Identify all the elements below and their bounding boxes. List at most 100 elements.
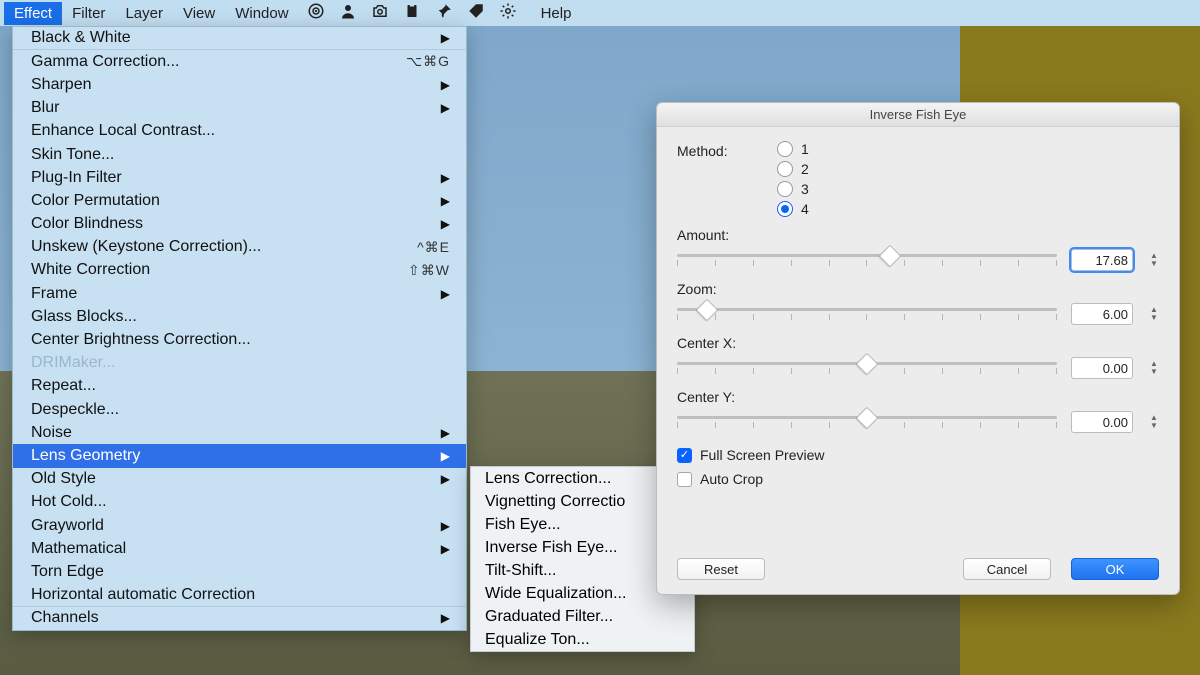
effect-item-mathematical[interactable]: Mathematical▶ [13, 537, 466, 560]
effect-item-drimaker: DRIMaker... [13, 352, 466, 375]
checkbox-full-screen-preview[interactable]: Full Screen Preview [677, 447, 1159, 463]
effect-item-repeat[interactable]: Repeat... [13, 375, 466, 398]
effect-item-hot-cold[interactable]: Hot Cold... [13, 491, 466, 514]
effect-item-unskew-keystone-correction[interactable]: Unskew (Keystone Correction)...^⌘E [13, 236, 466, 259]
radio-label: 1 [801, 141, 809, 157]
radio-dot-icon [777, 141, 793, 157]
menu-window[interactable]: Window [225, 2, 298, 25]
method-label: Method: [677, 141, 777, 159]
submenu-arrow-icon: ▶ [441, 194, 450, 208]
effect-item-color-permutation[interactable]: Color Permutation▶ [13, 189, 466, 212]
effect-item-color-blindness[interactable]: Color Blindness▶ [13, 213, 466, 236]
menu-layer[interactable]: Layer [115, 2, 173, 25]
submenu-arrow-icon: ▶ [441, 472, 450, 486]
menu-item-label: Center Brightness Correction... [31, 331, 251, 349]
pin-icon[interactable] [435, 2, 453, 24]
effect-item-enhance-local-contrast[interactable]: Enhance Local Contrast... [13, 120, 466, 143]
effect-item-plug-in-filter[interactable]: Plug-In Filter ▶ [13, 166, 466, 189]
stepper-icon[interactable]: ▲▼ [1149, 357, 1159, 379]
effect-item-grayworld[interactable]: Grayworld▶ [13, 514, 466, 537]
submenu-arrow-icon: ▶ [441, 171, 450, 185]
submenu-arrow-icon: ▶ [441, 449, 450, 463]
menu-item-label: Noise [31, 424, 72, 442]
slider-value-input[interactable]: 0.00 [1071, 357, 1133, 379]
effect-item-blur[interactable]: Blur ▶ [13, 97, 466, 120]
menu-item-label: Skin Tone... [31, 146, 114, 164]
submenu-arrow-icon: ▶ [441, 31, 450, 45]
submenu-arrow-icon: ▶ [441, 426, 450, 440]
menu-help[interactable]: Help [531, 2, 582, 25]
stepper-icon[interactable]: ▲▼ [1149, 303, 1159, 325]
effect-item-center-brightness-correction[interactable]: Center Brightness Correction... [13, 328, 466, 351]
camera-icon[interactable] [371, 2, 389, 24]
reset-button[interactable]: Reset [677, 558, 765, 580]
effect-item-skin-tone[interactable]: Skin Tone... [13, 143, 466, 166]
stepper-icon[interactable]: ▲▼ [1149, 249, 1159, 271]
menu-item-label: Lens Geometry [31, 447, 140, 465]
slider-label: Amount: [677, 227, 1159, 243]
slider-value-input[interactable]: 6.00 [1071, 303, 1133, 325]
method-radio-1[interactable]: 1 [777, 141, 809, 157]
tag-icon[interactable] [467, 2, 485, 24]
inverse-fish-eye-dialog: Inverse Fish Eye Method: 1234 Amount:17.… [656, 102, 1180, 595]
checkbox-auto-crop[interactable]: Auto Crop [677, 471, 1159, 487]
submenu-item-equalize-ton[interactable]: Equalize Ton... [471, 628, 694, 651]
method-radio-4[interactable]: 4 [777, 201, 809, 217]
radio-label: 4 [801, 201, 809, 217]
menu-view[interactable]: View [173, 2, 225, 25]
slider-track[interactable] [677, 304, 1057, 324]
menu-item-label: Repeat... [31, 377, 96, 395]
effect-item-old-style[interactable]: Old Style ▶ [13, 468, 466, 491]
effect-item-lens-geometry[interactable]: Lens Geometry ▶ [13, 444, 466, 467]
submenu-item-graduated-filter[interactable]: Graduated Filter... [471, 605, 694, 628]
menu-item-label: Plug-In Filter [31, 169, 122, 187]
method-radio-3[interactable]: 3 [777, 181, 809, 197]
menu-effect[interactable]: Effect [4, 2, 62, 25]
effect-item-horizontal-automatic-correction[interactable]: Horizontal automatic Correction [13, 584, 466, 607]
effect-item-black-white[interactable]: Black & White▶ [13, 27, 466, 50]
slider-label: Center Y: [677, 389, 1159, 405]
effect-item-frame[interactable]: Frame▶ [13, 282, 466, 305]
checkbox-box-icon [677, 472, 692, 487]
effect-item-glass-blocks[interactable]: Glass Blocks... [13, 305, 466, 328]
slider-track[interactable] [677, 358, 1057, 378]
effect-item-channels[interactable]: Channels ▶ [13, 607, 466, 630]
submenu-arrow-icon: ▶ [441, 217, 450, 231]
slider-value: 0.00 [1103, 361, 1128, 376]
slider-track[interactable] [677, 412, 1057, 432]
slider-center-x: Center X: 0.00 ▲▼ [677, 335, 1159, 379]
gear-icon[interactable] [499, 2, 517, 24]
stepper-icon[interactable]: ▲▼ [1149, 411, 1159, 433]
menu-item-label: Old Style [31, 470, 96, 488]
menu-item-label: Torn Edge [31, 563, 104, 581]
submenu-arrow-icon: ▶ [441, 519, 450, 533]
menu-shortcut: ⇧⌘W [408, 262, 450, 279]
radio-label: 2 [801, 161, 809, 177]
effect-item-noise[interactable]: Noise ▶ [13, 421, 466, 444]
submenu-arrow-icon: ▶ [441, 542, 450, 556]
target-icon[interactable] [307, 2, 325, 24]
menu-filter[interactable]: Filter [62, 2, 115, 25]
checkbox-label: Full Screen Preview [700, 447, 825, 463]
submenu-arrow-icon: ▶ [441, 101, 450, 115]
effect-item-gamma-correction[interactable]: Gamma Correction...⌥⌘G [13, 50, 466, 73]
slider-value-input[interactable]: 17.68 [1071, 249, 1133, 271]
effect-item-sharpen[interactable]: Sharpen▶ [13, 73, 466, 96]
cancel-button[interactable]: Cancel [963, 558, 1051, 580]
effect-item-torn-edge[interactable]: Torn Edge [13, 560, 466, 583]
slider-amount: Amount: 17.68 ▲▼ [677, 227, 1159, 271]
ok-button[interactable]: OK [1071, 558, 1159, 580]
clipboard-icon[interactable] [403, 2, 421, 24]
effect-item-white-correction[interactable]: White Correction⇧⌘W [13, 259, 466, 282]
slider-track[interactable] [677, 250, 1057, 270]
method-radio-2[interactable]: 2 [777, 161, 809, 177]
menu-item-label: Channels [31, 609, 99, 627]
menu-item-label: Blur [31, 99, 59, 117]
toolbar-icons [307, 2, 517, 24]
slider-label: Center X: [677, 335, 1159, 351]
slider-value-input[interactable]: 0.00 [1071, 411, 1133, 433]
person-icon[interactable] [339, 2, 357, 24]
method-radios: 1 2 3 4 [777, 141, 809, 217]
effect-item-despeckle[interactable]: Despeckle... [13, 398, 466, 421]
submenu-arrow-icon: ▶ [441, 611, 450, 625]
